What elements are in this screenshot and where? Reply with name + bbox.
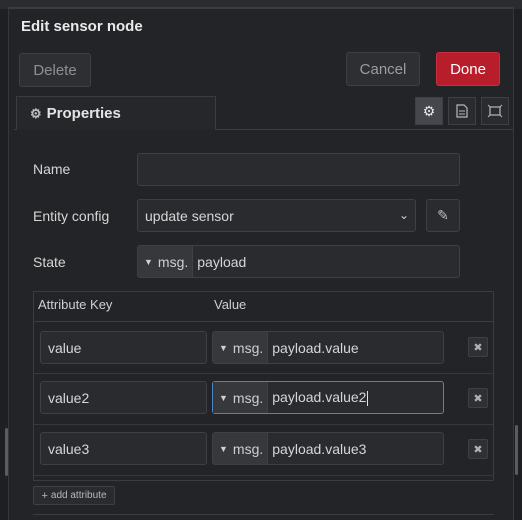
attribute-value-header: Value — [214, 297, 247, 312]
attribute-row: value3 ▼ msg. payload.value3 ✖ — [34, 425, 493, 476]
attribute-key-input[interactable]: value3 — [40, 432, 207, 465]
name-input[interactable] — [137, 153, 460, 186]
attribute-type-select[interactable]: ▼ msg. — [213, 332, 269, 363]
scrollbar[interactable] — [515, 425, 518, 475]
attribute-value: payload.value2 — [268, 389, 369, 406]
attribute-table: Attribute Key Value value ▼ msg. payload.… — [33, 291, 494, 481]
text-cursor — [367, 390, 369, 406]
description-tab-button[interactable] — [448, 97, 476, 125]
remove-attribute-button[interactable]: ✖ — [468, 337, 488, 357]
caret-down-icon: ▼ — [219, 342, 228, 353]
attribute-value-input[interactable]: ▼ msg. payload.value — [212, 331, 444, 364]
state-label: State — [33, 254, 66, 270]
frame-icon — [487, 104, 503, 118]
resize-handle-left[interactable] — [5, 428, 8, 476]
tab-properties[interactable]: ⚙ Properties — [16, 96, 216, 130]
entity-config-value: update sensor — [145, 207, 234, 224]
attribute-value: payload.value — [272, 339, 359, 356]
appearance-tab-button[interactable] — [481, 97, 509, 125]
next-section-edge — [33, 514, 494, 520]
tab-bar: ⚙ Properties ⚙ — [14, 94, 514, 130]
gear-icon: ⚙ — [422, 102, 436, 119]
state-typed-input[interactable]: ▼ msg. payload — [137, 245, 460, 278]
close-icon: ✖ — [473, 341, 483, 354]
top-bar — [0, 0, 522, 9]
add-attribute-label: add attribute — [50, 490, 107, 501]
attribute-row: value2 ▼ msg. payload.value2 ✖ — [34, 374, 493, 425]
attribute-table-header: Attribute Key Value — [34, 292, 493, 322]
settings-tab-button[interactable]: ⚙ — [415, 97, 443, 125]
delete-button[interactable]: Delete — [19, 53, 91, 87]
done-button[interactable]: Done — [436, 52, 500, 86]
entity-config-label: Entity config — [33, 208, 110, 224]
attribute-key-input[interactable]: value2 — [40, 381, 207, 414]
chevron-down-icon: ⌄ — [398, 208, 409, 222]
attribute-row: value ▼ msg. payload.value ✖ — [34, 323, 493, 374]
attribute-key-header: Attribute Key — [38, 297, 113, 312]
attribute-type-select[interactable]: ▼ msg. — [213, 382, 269, 413]
remove-attribute-button[interactable]: ✖ — [468, 439, 488, 459]
toolbar: Delete Cancel Done — [8, 44, 514, 92]
entity-config-select[interactable]: update sensor ⌄ — [137, 199, 416, 232]
edit-config-button[interactable]: ✎ — [426, 199, 460, 232]
attribute-value-input[interactable]: ▼ msg. payload.value2 — [212, 381, 444, 414]
attribute-value-input[interactable]: ▼ msg. payload.value3 — [212, 432, 444, 465]
remove-attribute-button[interactable]: ✖ — [468, 388, 488, 408]
caret-down-icon: ▼ — [219, 443, 228, 454]
state-value: payload — [197, 253, 247, 270]
attribute-key-input[interactable]: value — [40, 331, 207, 364]
name-label: Name — [33, 161, 71, 177]
attribute-value: payload.value3 — [272, 440, 367, 457]
plus-icon: + — [41, 489, 48, 502]
pencil-icon: ✎ — [437, 207, 449, 223]
caret-down-icon: ▼ — [219, 392, 228, 403]
state-type-prefix: msg. — [157, 253, 189, 270]
attribute-type-prefix: msg. — [232, 339, 264, 356]
caret-down-icon: ▼ — [144, 256, 153, 267]
close-icon: ✖ — [473, 392, 483, 405]
close-icon: ✖ — [473, 443, 483, 456]
gear-icon: ⚙ — [30, 105, 42, 121]
add-attribute-button[interactable]: + add attribute — [33, 486, 115, 505]
tab-properties-label: Properties — [46, 105, 121, 122]
document-icon — [456, 104, 468, 118]
state-type-select[interactable]: ▼ msg. — [138, 246, 194, 277]
cancel-button[interactable]: Cancel — [346, 52, 420, 86]
attribute-value-text: payload.value2 — [272, 389, 367, 406]
attribute-type-prefix: msg. — [232, 440, 264, 457]
dialog-title: Edit sensor node — [21, 18, 143, 35]
attribute-type-prefix: msg. — [232, 389, 264, 406]
attribute-type-select[interactable]: ▼ msg. — [213, 433, 269, 464]
